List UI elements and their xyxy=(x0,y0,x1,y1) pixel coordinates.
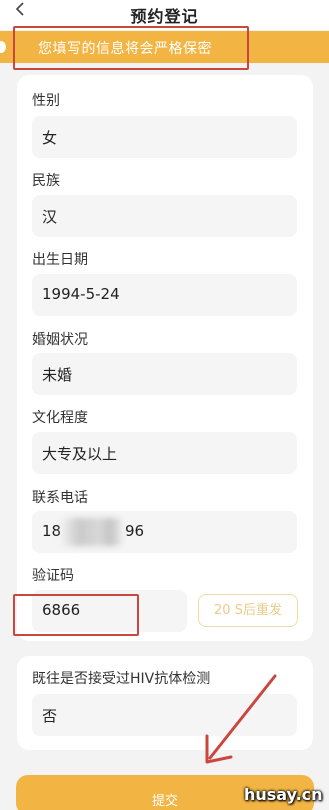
watermark: husay.cn xyxy=(244,785,323,804)
page-title: 预约登记 xyxy=(130,7,199,26)
gender-field[interactable]: 女 xyxy=(32,116,297,158)
gender-label: 性别 xyxy=(32,93,60,109)
redacted-mask xyxy=(60,518,124,546)
notice-dot-icon xyxy=(0,41,6,53)
birth-date-label: 出生日期 xyxy=(32,252,88,268)
hiv-test-field[interactable]: 否 xyxy=(32,694,297,736)
phone-suffix: 96 xyxy=(125,522,145,540)
education-label: 文化程度 xyxy=(32,410,88,426)
verification-label: 验证码 xyxy=(32,568,74,584)
annotation-box-notice xyxy=(13,26,249,70)
marital-status-value: 未婚 xyxy=(42,366,73,384)
phone-label: 联系电话 xyxy=(32,490,88,506)
birth-date-value: 1994-5-24 xyxy=(42,285,120,303)
resend-code-button[interactable]: 20 S后重发 xyxy=(198,594,298,627)
marital-status-label: 婚姻状况 xyxy=(32,332,88,348)
hiv-test-value: 否 xyxy=(42,707,58,725)
phone-field[interactable]: 18 96 xyxy=(32,511,297,553)
ethnicity-label: 民族 xyxy=(32,173,60,189)
birth-date-field[interactable]: 1994-5-24 xyxy=(32,274,297,316)
annotation-box-code xyxy=(13,594,139,636)
phone-prefix: 18 xyxy=(42,522,62,540)
education-field[interactable]: 大专及以上 xyxy=(32,432,297,474)
education-value: 大专及以上 xyxy=(42,445,118,463)
marital-status-field[interactable]: 未婚 xyxy=(32,353,297,395)
hiv-test-label: 既往是否接受过HIV抗体检测 xyxy=(32,671,211,687)
gender-value: 女 xyxy=(42,129,58,147)
ethnicity-value: 汉 xyxy=(42,208,58,226)
ethnicity-field[interactable]: 汉 xyxy=(32,195,297,237)
